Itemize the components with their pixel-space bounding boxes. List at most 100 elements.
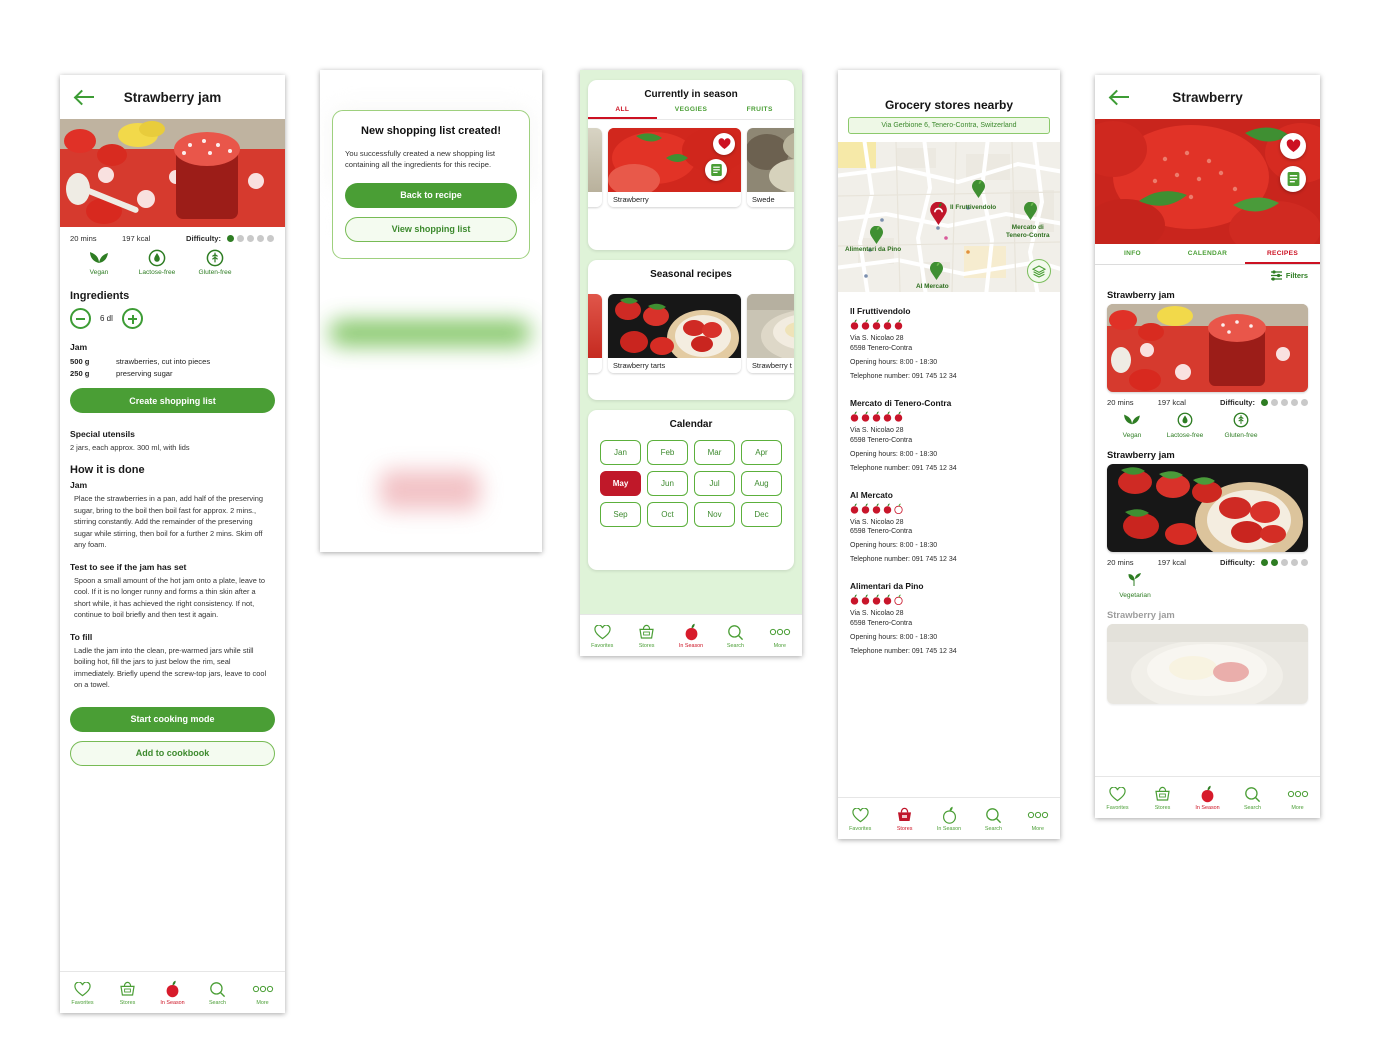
nav-stores[interactable]: Stores — [882, 806, 926, 832]
list-item[interactable] — [588, 294, 602, 373]
recipe-card[interactable]: Strawberry jam — [1095, 283, 1320, 443]
nav-favorites[interactable]: Favorites — [580, 623, 624, 649]
map-pin-mercato[interactable] — [1024, 202, 1037, 220]
tab-recipes[interactable]: RECIPES — [1245, 244, 1320, 264]
nav-more[interactable]: More — [1275, 785, 1320, 811]
month-jul[interactable]: Jul — [694, 471, 735, 496]
nav-favorites[interactable]: Favorites — [1095, 785, 1140, 811]
tab-info[interactable]: INFO — [1095, 244, 1170, 264]
map-pin-il-fruttivendolo[interactable] — [972, 180, 985, 198]
nav-more[interactable]: More — [1016, 806, 1060, 832]
lactose-free-icon — [128, 249, 186, 269]
nav-stores[interactable]: Stores — [624, 623, 668, 649]
nav-search[interactable]: Search — [1230, 785, 1275, 811]
map-pin-alimentari[interactable] — [870, 226, 883, 244]
month-nov[interactable]: Nov — [694, 502, 735, 527]
tab-calendar[interactable]: CALENDAR — [1170, 244, 1245, 264]
store-card[interactable]: Alimentari da Pino Via S. Nicolao 28 659… — [838, 567, 1060, 659]
filters-button[interactable]: Filters — [1095, 265, 1320, 283]
map-pin-current-location[interactable] — [930, 202, 947, 225]
month-oct[interactable]: Oct — [647, 502, 688, 527]
nav-label: In Season — [160, 999, 185, 1006]
recipe-tile-carousel[interactable]: Strawberry tarts Strawberry t — [588, 286, 794, 382]
view-shopping-list-button[interactable]: View shopping list — [345, 216, 517, 242]
month-jun[interactable]: Jun — [647, 471, 688, 496]
recipe-calories: 197 kcal — [1157, 398, 1186, 407]
season-tile-carousel[interactable]: Strawberry Swede — [588, 120, 794, 216]
nav-search[interactable]: Search — [195, 980, 240, 1006]
tab-veggies[interactable]: VEGGIES — [657, 106, 726, 119]
nav-search[interactable]: Search — [971, 806, 1015, 832]
modal-title: New shopping list created! — [361, 125, 501, 137]
list-item[interactable]: Strawberry — [608, 128, 741, 207]
favorite-button[interactable] — [1280, 133, 1306, 159]
nav-stores[interactable]: Stores — [105, 980, 150, 1006]
add-to-cookbook-button[interactable]: Add to cookbook — [70, 740, 275, 766]
store-name: Al Mercato — [850, 489, 893, 500]
month-jan[interactable]: Jan — [600, 440, 641, 465]
nav-favorites[interactable]: Favorites — [60, 980, 105, 1006]
favorite-button[interactable] — [713, 133, 735, 155]
nav-in-season[interactable]: In Season — [927, 806, 971, 832]
nav-stores[interactable]: Stores — [1140, 785, 1185, 811]
ellipsis-icon — [758, 623, 802, 642]
recipe-card[interactable]: Strawberry jam 20 mins 197 kcal Difficul… — [1095, 443, 1320, 603]
ingredient-amount: 250 g — [70, 368, 90, 378]
month-may[interactable]: May — [600, 471, 641, 496]
nav-in-season[interactable]: In Season — [1185, 785, 1230, 811]
magnifier-icon — [1230, 785, 1275, 804]
month-apr[interactable]: Apr — [741, 440, 782, 465]
apple-icon — [669, 623, 713, 642]
start-cooking-button[interactable]: Start cooking mode — [70, 706, 275, 732]
filters-label: Filters — [1285, 271, 1308, 280]
month-sep[interactable]: Sep — [600, 502, 641, 527]
nav-in-season[interactable]: In Season — [150, 980, 195, 1006]
list-item[interactable]: Strawberry t — [747, 294, 794, 373]
minus-icon[interactable] — [70, 308, 91, 329]
tab-all[interactable]: ALL — [588, 106, 657, 119]
diet-badges: Vegan Lactose-free Gluten-free — [60, 245, 285, 284]
back-arrow-icon[interactable] — [1109, 88, 1131, 106]
add-to-list-button[interactable] — [1280, 166, 1306, 192]
back-arrow-icon[interactable] — [74, 88, 96, 106]
address-field[interactable]: Via Gerbione 6, Tenero-Contra, Switzerla… — [848, 117, 1050, 134]
badge-vegan: Vegan — [1107, 412, 1157, 439]
screen-product-detail: Strawberry INFO CALENDAR RECIPES Filters… — [1095, 75, 1320, 818]
map-layers-icon[interactable] — [1027, 259, 1051, 283]
shopping-list-modal: New shopping list created! You successfu… — [332, 110, 530, 259]
month-dec[interactable]: Dec — [741, 502, 782, 527]
month-feb[interactable]: Feb — [647, 440, 688, 465]
map[interactable]: Il Fruttivendolo Mercato di Tenero-Contra… — [838, 142, 1060, 292]
store-card[interactable]: Mercato di Tenero-Contra Via S. Nicolao … — [838, 384, 1060, 476]
badge-label: Vegan — [1122, 432, 1142, 439]
back-to-recipe-button[interactable]: Back to recipe — [345, 182, 517, 208]
month-mar[interactable]: Mar — [694, 440, 735, 465]
badge-lactose-free: Lactose-free — [128, 249, 186, 276]
plus-icon[interactable] — [121, 308, 143, 329]
recipe-title: Strawberry jam — [1107, 609, 1175, 620]
list-item[interactable]: Swede — [747, 128, 794, 207]
screen-recipe-detail: Strawberry jam 20 mins 197 kcal Difficul… — [60, 75, 285, 1013]
store-hours: Opening hours: 8:00 - 18:30 — [850, 450, 938, 458]
store-card[interactable]: Al Mercato Via S. Nicolao 28 6598 Tenero… — [838, 476, 1060, 568]
map-pin-al-mercato[interactable] — [930, 262, 943, 280]
nav-more[interactable]: More — [758, 623, 802, 649]
list-item[interactable]: Strawberry tarts — [608, 294, 741, 373]
nav-more[interactable]: More — [240, 980, 285, 1006]
store-card[interactable]: Il Fruttivendolo Via S. Nicolao 28 6598 … — [838, 292, 1060, 384]
ingredient-name: preserving sugar — [116, 368, 173, 378]
nav-label: Search — [984, 825, 1002, 832]
nav-label: Favorites — [591, 642, 614, 649]
recipe-card[interactable]: Strawberry jam — [1095, 603, 1320, 704]
create-shopping-list-button[interactable]: Create shopping list — [70, 388, 275, 413]
month-aug[interactable]: Aug — [741, 471, 782, 496]
add-to-list-button[interactable] — [705, 159, 727, 181]
nav-favorites[interactable]: Favorites — [838, 806, 882, 832]
nav-search[interactable]: Search — [713, 623, 757, 649]
basket-icon — [105, 980, 150, 999]
nav-in-season[interactable]: In Season — [669, 623, 713, 649]
list-item[interactable] — [588, 128, 602, 207]
difficulty-label: Difficulty: — [186, 234, 222, 243]
store-phone: Telephone number: 091 745 12 34 — [850, 464, 957, 472]
tab-fruits[interactable]: FRUITS — [725, 106, 794, 119]
